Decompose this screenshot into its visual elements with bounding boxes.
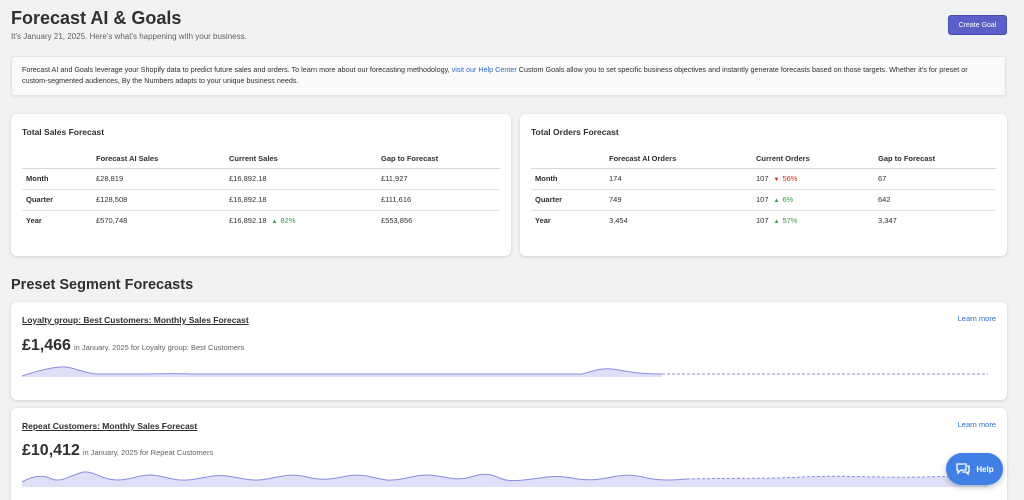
orders-row: Month 174 107 ▼ 56% 67 [531,168,996,190]
current-cell: £16,892.18 [225,189,377,211]
help-label: Help [976,464,994,474]
info-text-start: Forecast AI and Goals leverage your Shop… [22,65,452,74]
row-label: Month [531,168,605,190]
current-value: £16,892.18 [229,195,267,204]
page-title: Forecast AI & Goals [11,8,182,28]
segment-value-amount: £1,466 [22,337,71,354]
page-subtitle: It's January 21, 2025. Here's what's hap… [11,32,247,41]
orders-table: Forecast AI Orders Current Orders Gap to… [531,149,996,231]
info-banner: Forecast AI and Goals leverage your Shop… [11,56,1006,96]
sales-forecast-card: Total Sales Forecast Forecast AI Sales C… [11,114,511,256]
row-label: Quarter [531,189,605,211]
orders-forecast-card: Total Orders Forecast Forecast AI Orders… [520,114,1007,256]
orders-header-gap: Gap to Forecast [874,149,996,169]
forecast-cell: £128,508 [92,189,225,211]
segment-value: £1,466 in January, 2025 for Loyalty group… [22,337,244,355]
triangle-up-icon: ▲ [773,219,780,226]
sales-row: Quarter £128,508 £16,892.18 £111,616 [22,189,500,211]
chat-bubble-icon [956,463,970,476]
segment-card-repeat: Repeat Customers: Monthly Sales Forecast… [11,408,1007,500]
forecast-cell: 174 [605,168,752,190]
sales-header-forecast: Forecast AI Sales [92,149,225,169]
current-value: 107 [756,195,769,204]
current-cell: 107 ▼ 56% [752,168,874,190]
orders-row: Year 3,454 107 ▲ 57% 3,347 [531,210,996,231]
segment-value-note: in January, 2025 for Loyalty group: Best… [73,343,245,352]
segment-value-note: in January, 2025 for Repeat Customers [82,448,214,457]
forecast-cell: £570,748 [96,216,128,226]
current-value: 107 [756,174,769,183]
change-indicator: ▲ 6% [774,195,794,204]
sales-header-current: Current Sales [225,149,377,169]
sales-row: Year £570,748 £16,892.18 ▲ 82% £553,856 [22,210,500,231]
change-indicator: ▲ 82% [272,216,296,225]
gap-cell: 642 [874,189,996,211]
current-cell: £16,892.18 ▲ 82% [225,210,377,231]
triangle-up-icon: ▲ [773,198,780,204]
segment-sparkline [22,366,988,377]
gap-cell: £553,856 [381,216,413,226]
gap-cell: 67 [874,168,996,190]
change-value: 6% [782,195,794,204]
orders-header-current: Current Orders [752,149,874,169]
segment-title: Repeat Customers: Monthly Sales Forecast [22,421,198,431]
segment-value: £10,412 in January, 2025 for Repeat Custo… [22,442,213,460]
triangle-up-icon: ▲ [271,219,278,226]
sales-header-gap: Gap to Forecast [377,149,500,169]
change-value: 56% [782,174,798,183]
row-label: Year [26,216,42,226]
orders-row: Quarter 749 107 ▲ 6% 642 [531,189,996,211]
triangle-down-icon: ▼ [773,177,780,183]
sales-card-title: Total Sales Forecast [22,127,105,137]
segment-title: Loyalty group: Best Customers: Monthly S… [22,315,249,325]
help-button[interactable]: Help [946,453,1003,485]
gap-cell: £11,927 [377,168,500,190]
sales-table: Forecast AI Sales Current Sales Gap to F… [22,149,500,231]
row-label: Year [535,216,551,226]
help-center-link[interactable]: visit our Help Center [452,65,517,74]
current-value: £16,892.18 [229,216,267,226]
row-label: Quarter [22,189,92,211]
preset-segment-title: Preset Segment Forecasts [11,277,194,293]
change-indicator: ▼ 56% [774,174,798,183]
gap-cell: £111,616 [377,189,500,211]
forecast-cell: 749 [605,189,752,211]
current-cell: 107 ▲ 57% [752,210,874,231]
forecast-cell: £28,819 [92,168,225,190]
orders-header-blank [531,149,605,169]
forecast-cell: 3,454 [609,216,628,226]
orders-header-forecast: Forecast AI Orders [605,149,752,169]
current-value: £16,892.18 [229,174,267,183]
segment-sparkline [22,471,988,487]
current-cell: 107 ▲ 6% [752,189,874,211]
sales-header-blank [22,149,92,169]
segment-card-loyalty: Loyalty group: Best Customers: Monthly S… [11,302,1007,400]
current-cell: £16,892.18 [225,168,377,190]
change-indicator: ▲ 57% [774,216,798,225]
create-goal-button[interactable]: Create Goal [948,15,1007,35]
segment-value-amount: £10,412 [22,442,80,459]
current-value: 107 [756,216,769,226]
change-value: 57% [782,216,798,226]
change-value: 82% [280,216,296,226]
row-label: Month [22,168,92,190]
learn-more-link[interactable]: Learn more [958,420,996,429]
gap-cell: 3,347 [878,216,897,226]
orders-card-title: Total Orders Forecast [531,127,619,137]
sales-row: Month £28,819 £16,892.18 £11,927 [22,168,500,190]
learn-more-link[interactable]: Learn more [958,314,996,323]
